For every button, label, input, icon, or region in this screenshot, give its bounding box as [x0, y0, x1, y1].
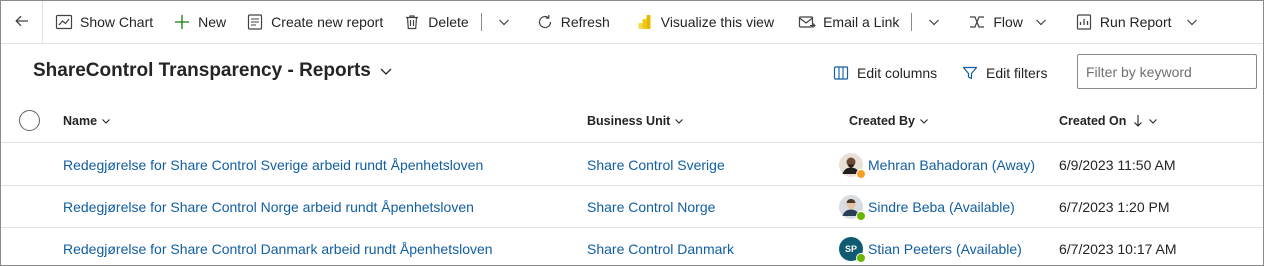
power-bi-icon: [636, 13, 654, 31]
created-by-link[interactable]: Stian Peeters (Available): [868, 241, 1022, 257]
created-on-value: 6/7/2023 1:20 PM: [1059, 199, 1170, 215]
view-title: ShareControl Transparency - Reports: [33, 60, 371, 81]
table-row[interactable]: Redegjørelse for Share Control Norge arb…: [1, 186, 1263, 228]
record-name-link[interactable]: Redegjørelse for Share Control Sverige a…: [63, 157, 483, 173]
refresh-button[interactable]: Refresh: [528, 1, 618, 43]
presence-away-indicator: [856, 169, 866, 179]
avatar: [839, 195, 866, 221]
column-header-label: Created By: [849, 114, 915, 128]
visualize-label: Visualize this view: [660, 14, 775, 30]
chevron-down-icon: [673, 115, 685, 127]
report-icon: [246, 13, 264, 31]
app-frame: Show Chart New Create new report Delete: [0, 0, 1264, 266]
view-selector[interactable]: ShareControl Transparency - Reports: [33, 60, 393, 82]
email-link-label: Email a Link: [823, 14, 900, 30]
presence-available-indicator: [856, 253, 866, 263]
sort-descending-icon: [1132, 115, 1144, 127]
edit-columns-label: Edit columns: [857, 65, 938, 81]
divider: [480, 13, 482, 31]
table-row[interactable]: Redegjørelse for Share Control Danmark a…: [1, 228, 1263, 266]
created-by-link[interactable]: Sindre Beba (Available): [868, 199, 1015, 215]
email-more-dropdown[interactable]: [916, 1, 950, 43]
business-unit-link[interactable]: Share Control Norge: [587, 199, 715, 215]
avatar: [839, 153, 866, 179]
chevron-down-icon: [379, 64, 393, 78]
chevron-down-icon: [100, 115, 112, 127]
edit-filters-label: Edit filters: [986, 65, 1048, 81]
record-name-link[interactable]: Redegjørelse for Share Control Danmark a…: [63, 241, 493, 257]
select-all-checkbox[interactable]: [19, 110, 40, 131]
column-header-label: Business Unit: [587, 114, 671, 128]
create-report-button[interactable]: Create new report: [238, 1, 391, 43]
created-by-link[interactable]: Mehran Bahadoran (Away): [868, 157, 1035, 173]
column-header-created-by[interactable]: Created By: [849, 114, 930, 128]
edit-columns-icon: [833, 65, 849, 81]
flow-button[interactable]: Flow: [960, 1, 1057, 43]
run-report-label: Run Report: [1099, 14, 1172, 30]
delete-label: Delete: [428, 14, 469, 30]
new-label: New: [198, 14, 227, 30]
email-link-button[interactable]: Email a Link: [790, 1, 907, 43]
chevron-down-icon: [1147, 115, 1159, 127]
chart-icon: [55, 13, 73, 31]
edit-columns-button[interactable]: Edit columns: [833, 61, 937, 85]
filter-keyword-input[interactable]: [1077, 54, 1257, 89]
record-name-link[interactable]: Redegjørelse for Share Control Norge arb…: [63, 199, 474, 215]
avatar: SP: [839, 237, 866, 263]
delete-button[interactable]: Delete: [395, 1, 476, 43]
column-header-created-on[interactable]: Created On: [1059, 114, 1159, 128]
visualize-view-button[interactable]: Visualize this view: [628, 1, 782, 43]
filter-icon: [962, 65, 978, 81]
run-report-icon: [1075, 13, 1093, 31]
table-row[interactable]: Redegjørelse for Share Control Sverige a…: [1, 144, 1263, 186]
chevron-down-icon: [1033, 14, 1049, 30]
grid-header: Name Business Unit Created By Created On: [1, 101, 1263, 143]
created-on-value: 6/9/2023 11:50 AM: [1059, 157, 1176, 173]
column-header-name[interactable]: Name: [63, 114, 112, 128]
command-bar: Show Chart New Create new report Delete: [1, 1, 1263, 44]
back-button[interactable]: [1, 1, 43, 43]
run-report-button[interactable]: Run Report: [1067, 1, 1208, 43]
chevron-down-icon: [1184, 14, 1200, 30]
business-unit-link[interactable]: Share Control Danmark: [587, 241, 734, 257]
show-chart-button[interactable]: Show Chart: [47, 1, 161, 43]
refresh-label: Refresh: [560, 14, 610, 30]
divider: [911, 13, 913, 31]
delete-more-dropdown[interactable]: [486, 1, 520, 43]
chevron-down-icon: [918, 115, 930, 127]
trash-icon: [403, 13, 421, 31]
refresh-icon: [536, 13, 554, 31]
edit-filters-button[interactable]: Edit filters: [962, 61, 1047, 85]
show-chart-label: Show Chart: [80, 14, 154, 30]
email-link-icon: [798, 13, 816, 31]
create-report-label: Create new report: [271, 14, 384, 30]
column-header-label: Name: [63, 114, 98, 128]
business-unit-link[interactable]: Share Control Sverige: [587, 157, 725, 173]
column-header-business-unit[interactable]: Business Unit: [587, 114, 685, 128]
column-header-label: Created On: [1059, 114, 1127, 128]
created-on-value: 6/7/2023 10:17 AM: [1059, 241, 1177, 257]
flow-label: Flow: [993, 14, 1023, 30]
arrow-left-icon: [14, 13, 30, 32]
flow-icon: [968, 13, 986, 31]
new-button[interactable]: New: [165, 1, 234, 43]
chevron-down-icon: [496, 14, 512, 30]
plus-icon: [173, 13, 191, 31]
presence-available-indicator: [856, 211, 866, 221]
chevron-down-icon: [926, 14, 942, 30]
